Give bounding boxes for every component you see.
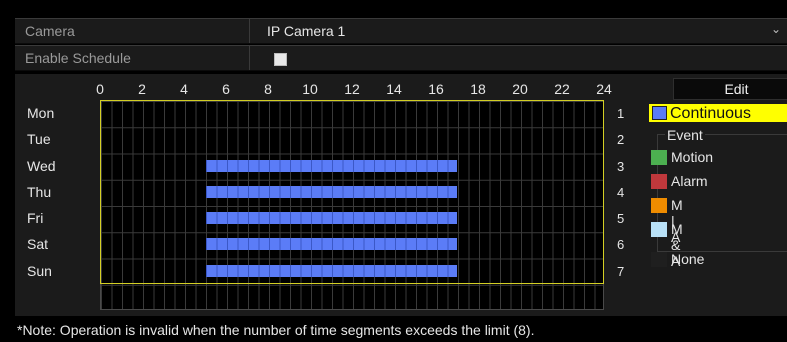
hour-label: 8 bbox=[264, 81, 272, 97]
legend-swatch bbox=[651, 198, 667, 213]
legend-label: Alarm bbox=[671, 173, 708, 189]
legend-swatch bbox=[651, 252, 667, 267]
note-text: *Note: Operation is invalid when the num… bbox=[17, 322, 535, 338]
legend-swatch bbox=[651, 222, 667, 237]
divider bbox=[249, 19, 250, 43]
schedule-panel: 0 2 4 6 8 10 12 14 16 18 20 22 24 Mon 1 Tue 2 Wed 3 Thu 4 Fr… bbox=[15, 74, 787, 316]
hour-label: 14 bbox=[386, 81, 402, 97]
schedule-segment[interactable] bbox=[206, 185, 457, 198]
edit-button[interactable]: Edit bbox=[673, 78, 787, 100]
camera-label: Camera bbox=[25, 23, 75, 39]
enable-schedule-row: Enable Schedule bbox=[15, 45, 787, 71]
camera-select[interactable]: IP Camera 1 bbox=[267, 23, 345, 39]
hour-label: 0 bbox=[96, 81, 104, 97]
hour-label: 24 bbox=[596, 81, 612, 97]
hour-label: 2 bbox=[138, 81, 146, 97]
hour-label: 18 bbox=[470, 81, 486, 97]
day-label: Mon bbox=[27, 105, 55, 121]
schedule-segment[interactable] bbox=[206, 264, 457, 277]
legend-label: Motion bbox=[671, 149, 714, 165]
enable-schedule-checkbox[interactable] bbox=[274, 53, 287, 66]
hour-label: 6 bbox=[222, 81, 230, 97]
hour-label: 22 bbox=[554, 81, 570, 97]
row-number: 6 bbox=[617, 237, 625, 253]
hour-label: 10 bbox=[302, 81, 318, 97]
row-number: 4 bbox=[617, 184, 625, 200]
day-label: Fri bbox=[27, 210, 44, 226]
hour-label: 16 bbox=[428, 81, 444, 97]
row-number: 3 bbox=[617, 158, 625, 174]
hour-label: 12 bbox=[344, 81, 360, 97]
day-label: Tue bbox=[27, 131, 51, 148]
legend-continuous[interactable]: Continuous bbox=[649, 104, 787, 122]
hour-label: 20 bbox=[512, 81, 528, 97]
continuous-swatch bbox=[652, 106, 667, 120]
legend-continuous-label: Continuous bbox=[670, 105, 751, 122]
chevron-down-icon[interactable]: ⌄ bbox=[771, 22, 781, 36]
day-label: Wed bbox=[27, 157, 56, 174]
row-number: 2 bbox=[617, 132, 625, 148]
schedule-segment[interactable] bbox=[206, 238, 457, 251]
row-number: 5 bbox=[617, 211, 625, 226]
enable-schedule-label: Enable Schedule bbox=[25, 50, 131, 66]
legend-swatch bbox=[651, 174, 667, 189]
day-label: Sun bbox=[27, 262, 52, 279]
schedule-segment[interactable] bbox=[206, 212, 457, 224]
legend-swatch bbox=[651, 150, 667, 165]
event-group-title: Event bbox=[665, 127, 705, 143]
schedule-segment[interactable] bbox=[206, 159, 457, 172]
legend-label: None bbox=[671, 251, 705, 267]
row-number: 1 bbox=[617, 106, 625, 121]
hour-label: 4 bbox=[180, 81, 188, 97]
camera-row: Camera IP Camera 1 ⌄ bbox=[15, 18, 787, 44]
divider bbox=[249, 46, 250, 70]
row-number: 7 bbox=[617, 263, 625, 279]
day-label: Sat bbox=[27, 236, 49, 253]
day-label: Thu bbox=[27, 183, 52, 200]
